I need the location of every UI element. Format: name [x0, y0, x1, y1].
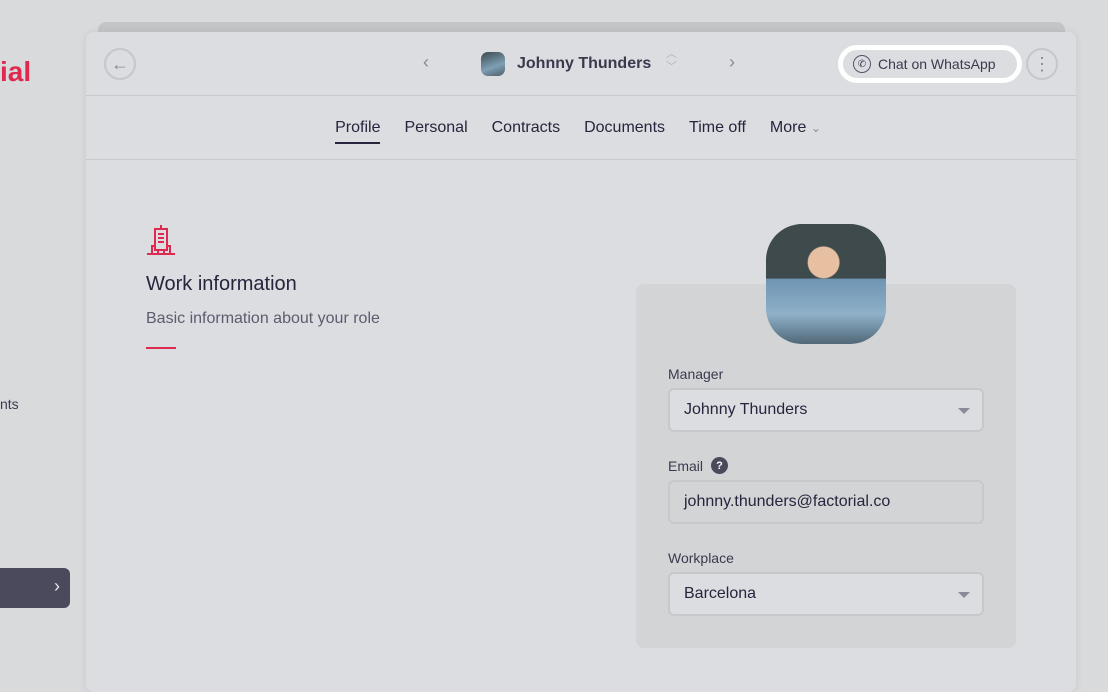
sidebar-collapse-button[interactable]: ›	[0, 568, 70, 608]
chevron-down-icon: ﹀	[666, 61, 677, 73]
tab-bar: Profile Personal Contracts Documents Tim…	[86, 96, 1076, 160]
section-subtitle: Basic information about your role	[146, 310, 380, 327]
tab-documents[interactable]: Documents	[584, 115, 665, 141]
whatsapp-button[interactable]: ✆ Chat on WhatsApp	[838, 45, 1022, 83]
employee-name: Johnny Thunders	[517, 55, 652, 72]
sidebar-item[interactable]: nts	[0, 396, 19, 412]
workplace-label: Workplace	[668, 550, 734, 566]
workplace-select[interactable]: Barcelona	[668, 572, 984, 616]
building-icon	[147, 225, 175, 255]
manager-label: Manager	[668, 366, 723, 382]
chevron-down-icon: ⌄	[810, 120, 821, 135]
arrow-left-icon: ←	[111, 53, 129, 74]
employee-panel: ← ‹ Johnny Thunders ︿ ﹀ › ✆ Chat on Whats…	[86, 32, 1076, 692]
back-button[interactable]: ←	[104, 48, 136, 80]
app-logo: ial	[0, 56, 32, 87]
tab-profile[interactable]: Profile	[335, 115, 381, 144]
kebab-icon: ⋮	[1033, 53, 1051, 74]
profile-photo[interactable]	[766, 224, 886, 344]
email-label: Email?	[668, 457, 729, 474]
email-label-text: Email	[668, 457, 704, 474]
section-divider	[146, 347, 176, 349]
chevron-right-icon: ›	[54, 576, 60, 596]
chevron-left-icon: ‹	[423, 52, 429, 72]
tab-more-label: More	[769, 118, 807, 136]
tab-more[interactable]: More ⌄	[770, 115, 821, 141]
manager-value: Johnny Thunders	[684, 401, 808, 418]
whatsapp-icon: ✆	[853, 55, 871, 73]
employee-switcher[interactable]: ︿ ﹀	[666, 48, 677, 74]
tab-time-off[interactable]: Time off	[689, 115, 746, 141]
manager-label-text: Manager	[668, 366, 724, 382]
chevron-right-icon: ›	[729, 52, 735, 72]
section-title: Work information	[146, 273, 297, 295]
caret-down-icon	[958, 408, 970, 414]
manager-select[interactable]: Johnny Thunders	[668, 388, 984, 432]
workplace-label-text: Workplace	[668, 550, 734, 566]
next-employee-button[interactable]: ›	[729, 52, 735, 73]
tab-personal[interactable]: Personal	[404, 115, 467, 141]
workplace-value: Barcelona	[684, 585, 757, 602]
avatar	[481, 52, 505, 76]
caret-down-icon	[958, 592, 970, 598]
whatsapp-label: Chat on WhatsApp	[878, 56, 996, 72]
chevron-up-icon: ︿	[666, 48, 677, 60]
email-field[interactable]: johnny.thunders@factorial.co	[668, 480, 984, 524]
more-options-button[interactable]: ⋮	[1026, 48, 1058, 80]
help-icon[interactable]: ?	[711, 457, 729, 474]
tab-contracts[interactable]: Contracts	[492, 115, 560, 141]
panel-header: ← ‹ Johnny Thunders ︿ ﹀ › ✆ Chat on Whats…	[86, 32, 1076, 96]
previous-employee-button[interactable]: ‹	[423, 52, 429, 73]
email-value: johnny.thunders@factorial.co	[684, 493, 891, 510]
